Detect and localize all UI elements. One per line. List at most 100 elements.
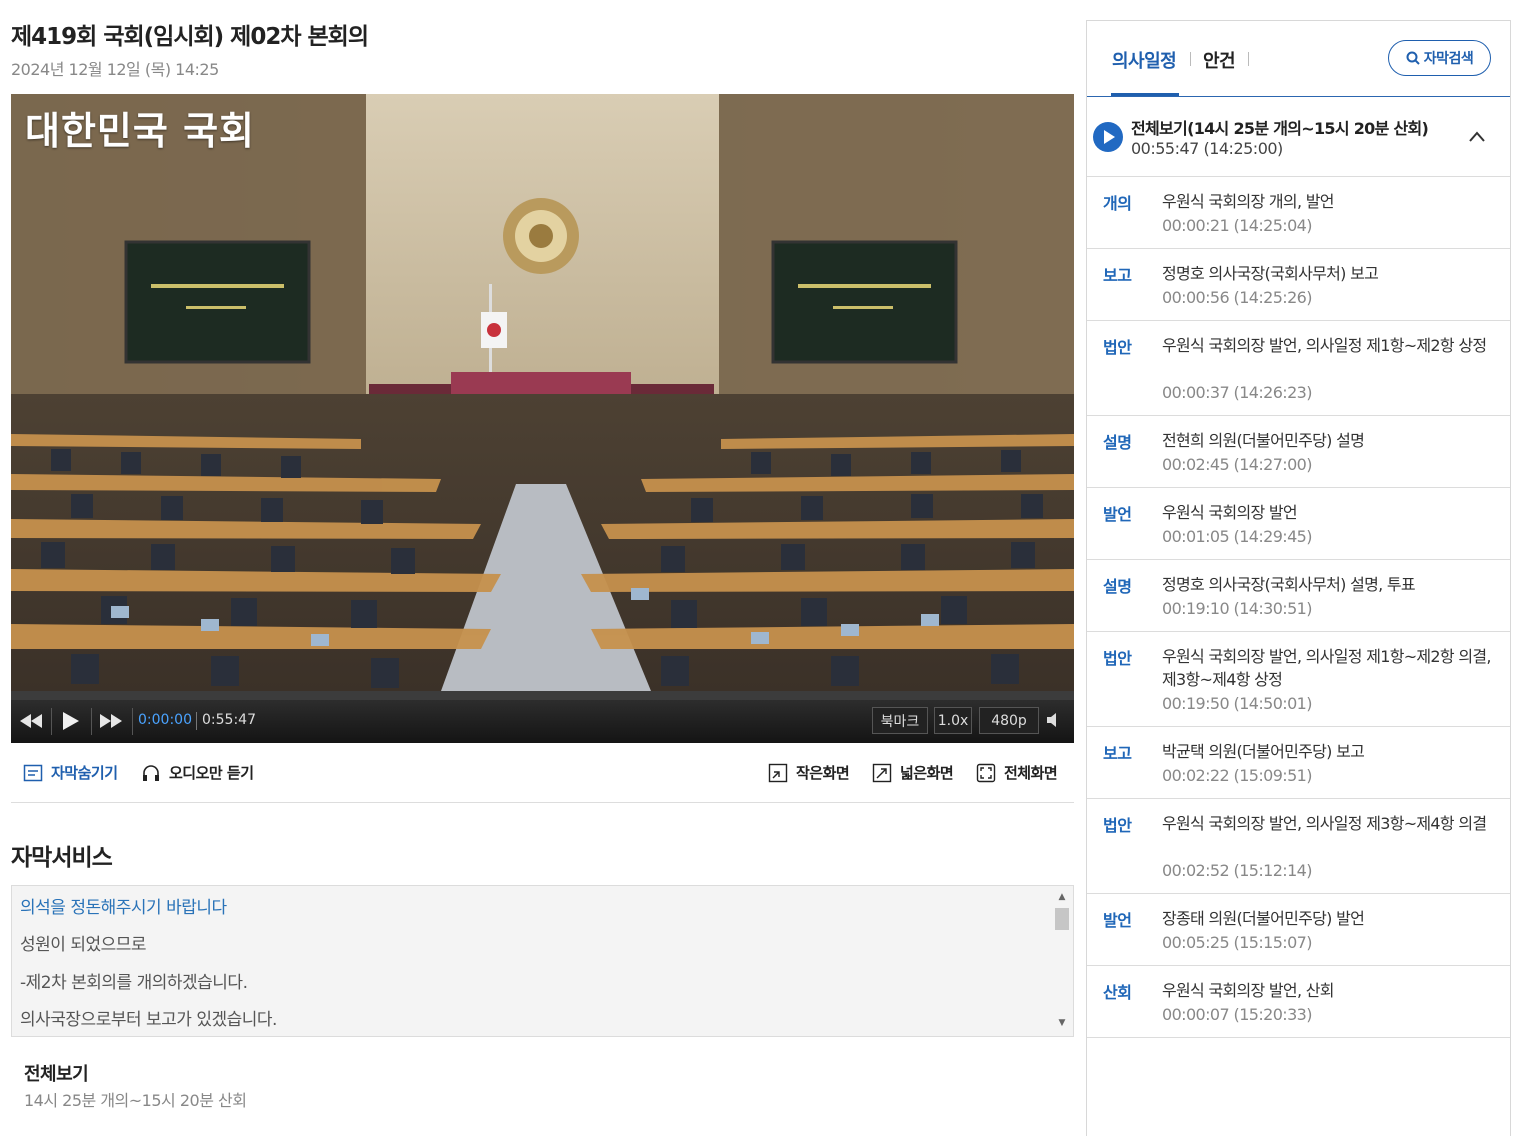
- full-screen-button[interactable]: 전체화면: [976, 762, 1058, 783]
- agenda-item-description: 우원식 국회의장 발언, 의사일정 제1항~제2항 의결, 제3항~제4항 상정: [1162, 647, 1491, 689]
- fullscreen-icon: [976, 763, 996, 782]
- overview-item-title: 전체보기(14시 25분 개의~15시 20분 산회): [1131, 119, 1429, 138]
- overview-item[interactable]: 전체보기(14시 25분 개의~15시 20분 산회) 00:55:47 (14…: [1087, 98, 1510, 177]
- caption-service-title: 자막서비스: [11, 845, 113, 871]
- agenda-item-description: 정명호 의사국장(국회사무처) 설명, 투표: [1162, 575, 1416, 594]
- agenda-item-description: 우원식 국회의장 발언, 의사일정 제3항~제4항 의결: [1162, 814, 1487, 833]
- agenda-item[interactable]: 발언 장종태 의원(더불어민주당) 발언 00:05:25 (15:15:07): [1087, 894, 1510, 966]
- search-icon: [1406, 51, 1420, 65]
- play-icon: [63, 712, 79, 730]
- caption-box[interactable]: 의석을 정돈해주시기 바랍니다 성원이 되었으므로 -제2차 본회의를 개의하겠…: [11, 885, 1074, 1037]
- fast-forward-button[interactable]: [92, 703, 130, 739]
- agenda-item-description: 우원식 국회의장 발언, 의사일정 제1항~제2항 상정: [1162, 336, 1487, 355]
- progress-bar[interactable]: [11, 691, 1074, 700]
- agenda-item-time: 00:02:45 (14:27:00): [1162, 455, 1312, 474]
- agenda-item-description: 정명호 의사국장(국회사무처) 보고: [1162, 264, 1379, 283]
- divider: [11, 802, 1074, 803]
- assembly-hall-image: [11, 94, 1074, 691]
- scroll-down-icon[interactable]: ▼: [1056, 1018, 1068, 1028]
- agenda-item-time: 00:19:50 (14:50:01): [1162, 694, 1312, 713]
- agenda-item-type: 보고: [1103, 744, 1132, 763]
- agenda-item-description: 전현희 의원(더불어민주당) 설명: [1162, 431, 1365, 450]
- page-title: 제419회 국회(임시회) 제02차 본회의: [11, 24, 369, 50]
- agenda-item-description: 박균택 의원(더불어민주당) 보고: [1162, 742, 1365, 761]
- agenda-item-type: 설명: [1103, 433, 1132, 452]
- agenda-item-time: 00:00:07 (15:20:33): [1162, 1005, 1312, 1024]
- agenda-item-time: 00:02:22 (15:09:51): [1162, 766, 1312, 785]
- agenda-item-type: 설명: [1103, 577, 1132, 596]
- caption-search-label: 자막검색: [1423, 51, 1474, 67]
- overview-item-time: 00:55:47 (14:25:00): [1131, 139, 1283, 158]
- caption-line[interactable]: 성원이 되었으므로: [20, 930, 147, 955]
- agenda-list: 개의 우원식 국회의장 개의, 발언 00:00:21 (14:25:04) 보고 정명…: [1087, 177, 1510, 1038]
- agenda-item-time: 00:02:52 (15:12:14): [1162, 861, 1312, 880]
- volume-icon: [1047, 713, 1056, 727]
- player-options-bar: 자막숨기기 오디오만 듣기 작은화면 넓은화면 전체화면: [11, 752, 1074, 792]
- agenda-item[interactable]: 개의 우원식 국회의장 개의, 발언 00:00:21 (14:25:04): [1087, 177, 1510, 249]
- play-circle-icon[interactable]: [1093, 122, 1123, 152]
- agenda-item-type: 보고: [1103, 266, 1132, 285]
- caption-scrollbar[interactable]: ▲ ▼: [1053, 888, 1071, 1034]
- scroll-thumb[interactable]: [1055, 908, 1069, 930]
- agenda-item-time: 00:19:10 (14:30:51): [1162, 599, 1312, 618]
- caption-search-button[interactable]: 자막검색: [1388, 40, 1491, 76]
- bookmark-button[interactable]: 북마크: [872, 707, 928, 734]
- agenda-item[interactable]: 법안 우원식 국회의장 발언, 의사일정 제1항~제2항 상정 00:00:37 (…: [1087, 321, 1510, 416]
- volume-button[interactable]: [1047, 712, 1063, 730]
- session-date: 2024년 12월 12일 (목) 14:25: [11, 60, 219, 79]
- agenda-item-description: 우원식 국회의장 발언: [1162, 503, 1298, 522]
- agenda-item[interactable]: 보고 정명호 의사국장(국회사무처) 보고 00:00:56 (14:25:26): [1087, 249, 1510, 321]
- quality-button[interactable]: 480p: [979, 707, 1039, 734]
- agenda-item[interactable]: 산회 우원식 국회의장 발언, 산회 00:00:07 (15:20:33): [1087, 966, 1510, 1038]
- video-watermark: 대한민국 국회: [25, 109, 255, 153]
- wide-screen-label: 넓은화면: [900, 764, 954, 782]
- hide-captions-label: 자막숨기기: [51, 764, 118, 782]
- agenda-item-time: 00:01:05 (14:29:45): [1162, 527, 1312, 546]
- tab-schedule[interactable]: 의사일정: [1112, 47, 1177, 73]
- agenda-item[interactable]: 법안 우원식 국회의장 발언, 의사일정 제3항~제4항 의결 00:02:52 (…: [1087, 799, 1510, 894]
- agenda-item-type: 법안: [1103, 649, 1132, 668]
- fast-forward-icon: [100, 714, 122, 728]
- audio-only-label: 오디오만 듣기: [169, 764, 254, 782]
- tab-agenda[interactable]: 안건: [1203, 47, 1236, 73]
- total-time: 0:55:47: [202, 712, 256, 728]
- agenda-item-type: 발언: [1103, 505, 1132, 524]
- agenda-item-time: 00:00:56 (14:25:26): [1162, 288, 1312, 307]
- agenda-item[interactable]: 보고 박균택 의원(더불어민주당) 보고 00:02:22 (15:09:51): [1087, 727, 1510, 799]
- full-screen-label: 전체화면: [1004, 764, 1058, 782]
- player-controls: 0:00:00 0:55:47 북마크 1.0x 480p: [11, 700, 1074, 743]
- shrink-icon: [768, 763, 788, 782]
- overview-subtitle: 14시 25분 개의~15시 20분 산회: [24, 1091, 247, 1110]
- video-frame[interactable]: 대한민국 국회: [11, 94, 1074, 691]
- agenda-item-type: 법안: [1103, 816, 1132, 835]
- caption-line[interactable]: 의석을 정돈해주시기 바랍니다: [20, 893, 227, 918]
- agenda-item[interactable]: 설명 전현희 의원(더불어민주당) 설명 00:02:45 (14:27:00): [1087, 416, 1510, 488]
- agenda-item-description: 장종태 의원(더불어민주당) 발언: [1162, 909, 1365, 928]
- headphones-icon: [143, 764, 159, 781]
- video-player[interactable]: 대한민국 국회 0:00:00 0:55:47 북마크 1.0x 480p: [11, 94, 1074, 743]
- scroll-up-icon[interactable]: ▲: [1056, 892, 1068, 902]
- caption-line[interactable]: 의사국장으로부터 보고가 있겠습니다.: [20, 1005, 277, 1030]
- chevron-up-icon[interactable]: [1468, 128, 1486, 146]
- wide-screen-button[interactable]: 넓은화면: [872, 762, 954, 783]
- panel-tabs: 의사일정 안건 자막검색: [1087, 21, 1510, 97]
- agenda-item-description: 우원식 국회의장 개의, 발언: [1162, 192, 1334, 211]
- agenda-item[interactable]: 설명 정명호 의사국장(국회사무처) 설명, 투표 00:19:10 (14:30:…: [1087, 560, 1510, 632]
- expand-icon: [872, 763, 892, 782]
- rewind-button[interactable]: [12, 703, 50, 739]
- rewind-icon: [20, 714, 42, 728]
- agenda-item-time: 00:00:21 (14:25:04): [1162, 216, 1312, 235]
- agenda-item-type: 산회: [1103, 983, 1132, 1002]
- agenda-item-type: 개의: [1103, 194, 1132, 213]
- speed-button[interactable]: 1.0x: [934, 707, 972, 734]
- small-screen-button[interactable]: 작은화면: [768, 762, 850, 783]
- current-time: 0:00:00: [138, 712, 192, 728]
- play-button[interactable]: [52, 703, 90, 739]
- caption-line[interactable]: -제2차 본회의를 개의하겠습니다.: [20, 968, 248, 993]
- agenda-item[interactable]: 법안 우원식 국회의장 발언, 의사일정 제1항~제2항 의결, 제3항~제4항 …: [1087, 632, 1510, 727]
- audio-only-button[interactable]: 오디오만 듣기: [141, 762, 254, 783]
- agenda-item[interactable]: 발언 우원식 국회의장 발언 00:01:05 (14:29:45): [1087, 488, 1510, 560]
- tab-underline: [1111, 93, 1179, 96]
- agenda-item-type: 법안: [1103, 338, 1132, 357]
- hide-captions-button[interactable]: 자막숨기기: [23, 762, 118, 783]
